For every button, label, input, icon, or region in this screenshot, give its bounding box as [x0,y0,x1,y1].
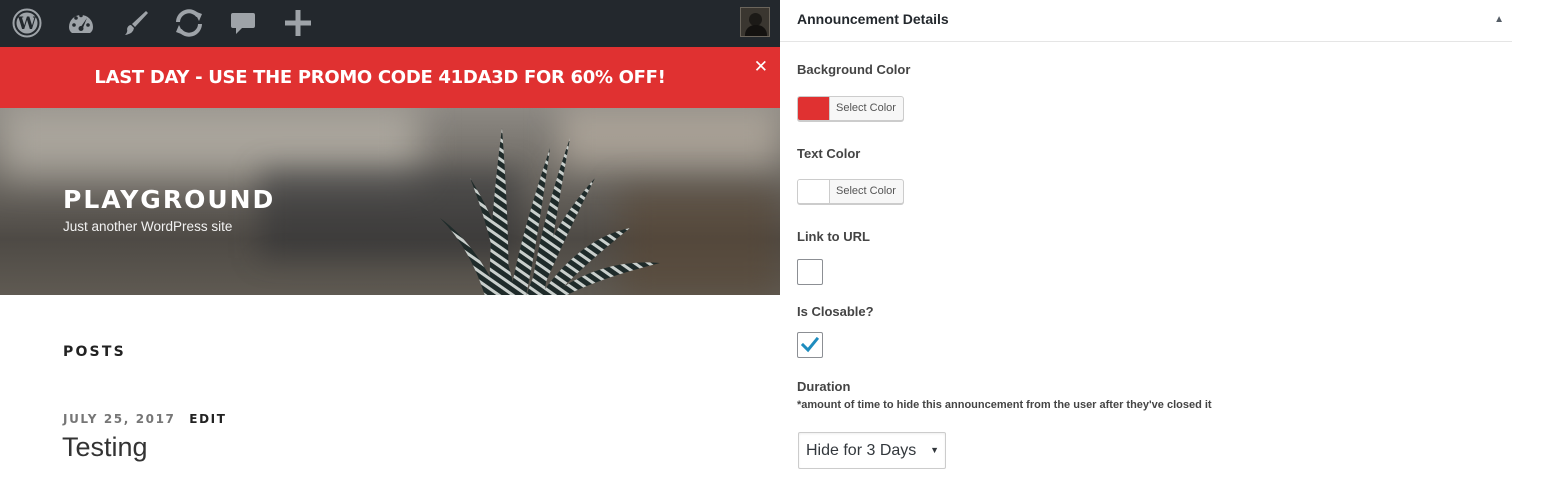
panel-header[interactable]: Announcement Details ▲ [780,0,1512,42]
post-date[interactable]: JULY 25, 2017 [63,412,176,426]
link-url-label: Link to URL [797,229,870,244]
checkmark-icon [801,337,819,353]
user-avatar[interactable] [740,7,770,37]
post-edit-link[interactable]: EDIT [189,412,226,426]
header-image: PLAYGROUND Just another WordPress site [0,108,780,295]
dashboard-icon[interactable] [63,6,99,40]
duration-label: Duration [797,379,851,394]
post-meta: JULY 25, 2017 EDIT [63,412,227,426]
duration-select[interactable]: Hide for 3 Days ▼ [798,432,946,469]
select-color-label: Select Color [836,185,896,197]
announcement-close-icon[interactable]: ✕ [754,57,768,77]
text-color-label: Text Color [797,146,861,161]
site-title[interactable]: PLAYGROUND [63,185,275,214]
posts-heading: POSTS [63,344,126,360]
panel-title: Announcement Details [797,11,949,27]
select-color-label: Select Color [836,102,896,114]
duration-hint: *amount of time to hide this announcemen… [797,399,1212,411]
background-color-picker-button[interactable]: Select Color [797,96,904,121]
svg-text:W: W [16,14,37,34]
duration-selected-value: Hide for 3 Days [806,442,917,459]
site-description: Just another WordPress site [63,219,233,234]
announcement-bar[interactable]: LAST DAY - USE THE PROMO CODE 41DA3D FOR… [0,47,780,108]
customizer-panel: Announcement Details ▲ Background Color … [780,0,1544,500]
dropdown-arrow-icon: ▼ [930,445,939,455]
text-color-swatch [798,180,830,203]
collapse-arrow-icon[interactable]: ▲ [1494,14,1504,25]
post-title[interactable]: Testing [62,432,148,463]
background-color-label: Background Color [797,62,911,77]
plant-illustration [440,128,660,295]
closable-label: Is Closable? [797,304,874,319]
new-content-plus-icon[interactable] [280,6,316,40]
site-preview: W LAST DAY - USE THE PROMO CODE 41DA3D F… [0,0,780,500]
customize-brush-icon[interactable] [117,6,153,40]
admin-bar: W [0,0,780,47]
wordpress-icon[interactable]: W [9,6,45,40]
comments-icon[interactable] [225,6,261,40]
announcement-text: LAST DAY - USE THE PROMO CODE 41DA3D FOR… [94,67,666,88]
closable-checkbox[interactable] [797,332,823,358]
text-color-picker-button[interactable]: Select Color [797,179,904,204]
updates-icon[interactable] [171,6,207,40]
background-color-swatch [798,97,830,120]
link-url-input[interactable] [797,259,823,285]
